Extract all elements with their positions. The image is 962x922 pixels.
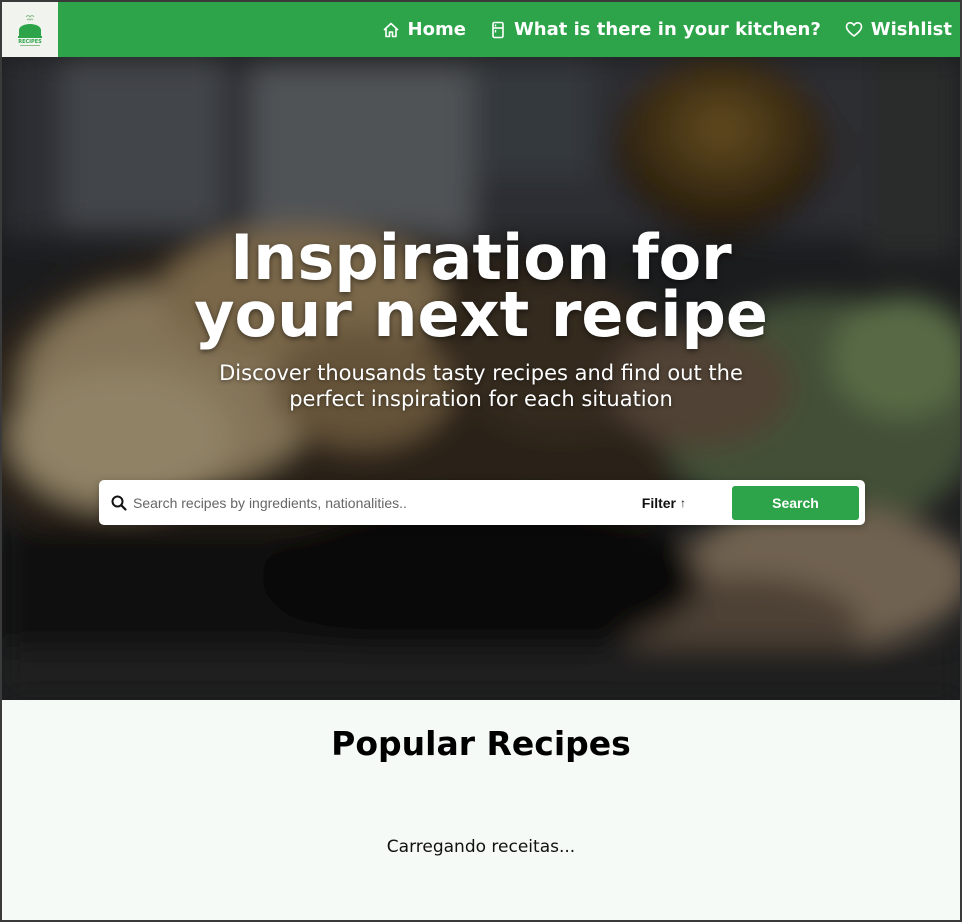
site-logo[interactable]: RECIPES: [2, 2, 58, 57]
fridge-icon: [490, 21, 506, 39]
popular-recipes-section: Popular Recipes Carregando receitas...: [2, 700, 960, 920]
arrow-up-icon: ↑: [680, 495, 686, 510]
search-bar: Filter ↑ Search: [99, 480, 865, 525]
heart-icon: [845, 21, 863, 38]
top-navbar: RECIPES Home What is there in your kitch…: [2, 2, 960, 57]
logo-text: RECIPES: [18, 39, 42, 45]
hero-section: Inspiration for your next recipe Discove…: [2, 57, 960, 700]
popular-recipes-title: Popular Recipes: [331, 724, 631, 763]
nav-link-kitchen[interactable]: What is there in your kitchen?: [490, 19, 821, 40]
nav-link-home[interactable]: Home: [382, 19, 466, 40]
nav-link-home-label: Home: [407, 19, 466, 40]
search-input[interactable]: [133, 487, 613, 518]
hero-subtitle: Discover thousands tasty recipes and fin…: [219, 361, 743, 411]
home-icon: [382, 21, 400, 39]
filter-label: Filter: [641, 494, 676, 511]
chef-hat-logo-icon: RECIPES: [18, 14, 42, 46]
hero-title-line2: your next recipe: [194, 278, 768, 351]
app-window: RECIPES Home What is there in your kitch…: [0, 0, 962, 922]
nav-link-wishlist-label: Wishlist: [870, 19, 952, 40]
nav-links: Home What is there in your kitchen? Wish…: [358, 2, 960, 57]
hero-title: Inspiration for your next recipe: [2, 227, 960, 346]
nav-link-wishlist[interactable]: Wishlist: [845, 19, 952, 40]
nav-link-kitchen-label: What is there in your kitchen?: [513, 19, 821, 40]
loading-message: Carregando receitas...: [386, 837, 576, 857]
search-button[interactable]: Search: [732, 485, 859, 520]
search-icon: [111, 495, 127, 511]
filter-button[interactable]: Filter ↑: [642, 495, 686, 511]
